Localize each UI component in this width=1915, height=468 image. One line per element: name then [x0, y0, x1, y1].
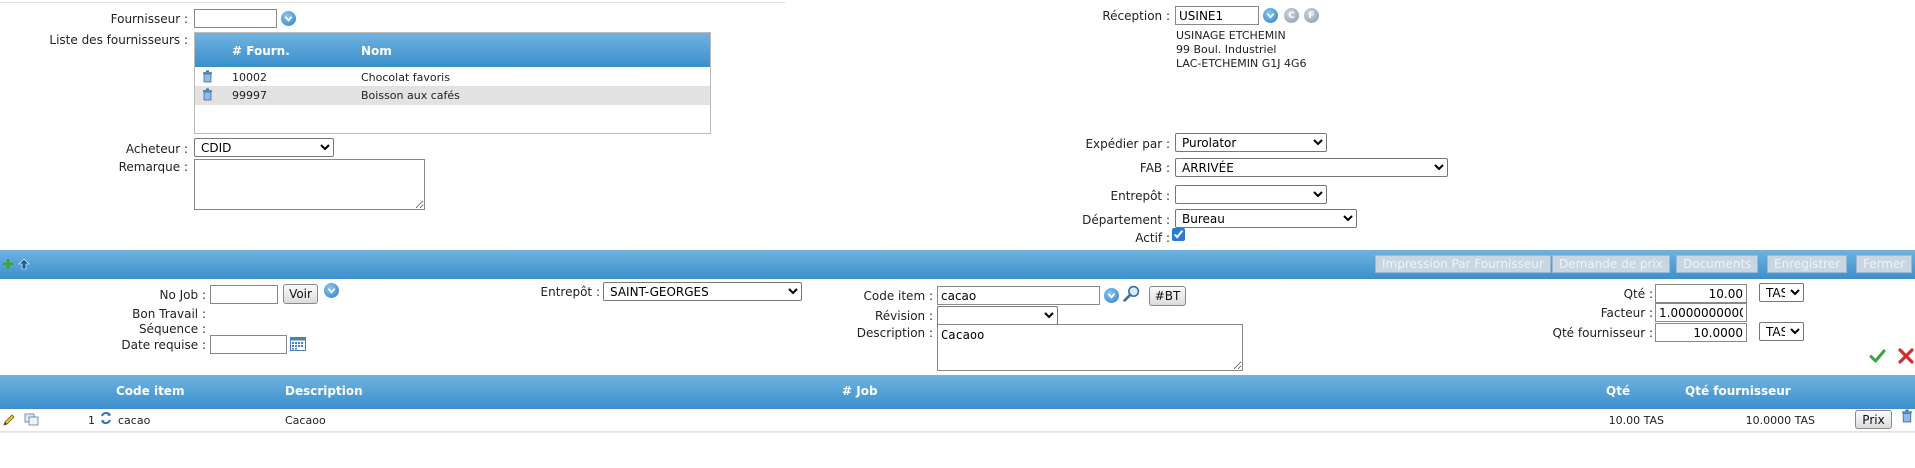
reception-label: Réception : [1102, 9, 1170, 23]
warehouse-select[interactable] [1175, 185, 1327, 204]
toolbar: Impression Par Fournisseur Demande de pr… [0, 250, 1915, 279]
job-dropdown-icon[interactable] [324, 283, 339, 298]
revision-select[interactable] [937, 306, 1058, 325]
job-input[interactable] [210, 285, 278, 304]
reception-dropdown-icon[interactable] [1263, 8, 1278, 23]
reception-address-line1: USINAGE ETCHEMIN [1176, 29, 1286, 42]
buyer-select[interactable]: CDID [194, 138, 334, 157]
supplier-list-header-id: # Fourn. [232, 44, 290, 58]
calendar-icon[interactable] [290, 337, 306, 351]
edit-icon[interactable] [2, 413, 16, 427]
row-number: 1 [88, 414, 95, 427]
supplier-label: Fournisseur : [110, 12, 188, 26]
date-required-input[interactable] [210, 335, 287, 354]
price-button[interactable]: Prix [1855, 410, 1892, 429]
supplier-id: 10002 [232, 71, 267, 84]
supplier-name: Boisson aux cafés [361, 89, 460, 102]
close-button[interactable]: Fermer [1856, 255, 1913, 273]
active-label: Actif : [1135, 231, 1170, 245]
save-button[interactable]: Enregistrer [1767, 255, 1848, 273]
trash-icon[interactable] [202, 70, 213, 83]
ship-via-label: Expédier par : [1085, 137, 1170, 151]
qty-unit-select[interactable]: TAS [1759, 283, 1804, 302]
column-header-supplier-qty: Qté fournisseur [1685, 384, 1791, 398]
bt-button[interactable]: #BT [1149, 286, 1186, 306]
column-header-qty: Qté [1606, 384, 1631, 398]
row-supplier-qty: 10.0000 TAS [1745, 414, 1815, 427]
row-description: Cacaoo [285, 414, 326, 427]
reception-address-line3: LAC-ETCHEMIN G1J 4G6 [1176, 57, 1307, 70]
item-code-input[interactable] [937, 286, 1100, 305]
confirm-icon[interactable] [1869, 349, 1886, 363]
department-label: Département : [1082, 213, 1170, 227]
supplier-qty-label: Qté fournisseur : [1552, 326, 1653, 340]
job-label: No Job : [159, 288, 207, 302]
supplier-list-header-name: Nom [361, 44, 392, 58]
reception-address-line2: 99 Boul. Industriel [1176, 43, 1277, 56]
trash-icon[interactable] [1901, 409, 1913, 423]
documents-button[interactable]: Documents [1676, 255, 1759, 273]
supplier-dropdown-icon[interactable] [281, 11, 296, 26]
qty-label: Qté : [1623, 287, 1653, 301]
revision-label: Révision : [874, 309, 933, 323]
table-row[interactable]: 1 cacao Cacaoo 10.00 TAS 10.0000 TAS Pri… [0, 409, 1915, 432]
fob-label: FAB : [1139, 161, 1170, 175]
supplier-id: 99997 [232, 89, 267, 102]
sequence-label: Séquence : [138, 322, 206, 336]
supplier-input[interactable] [194, 9, 277, 28]
active-checkbox[interactable] [1172, 228, 1185, 241]
ship-via-select[interactable]: Purolator [1175, 133, 1327, 152]
warehouse-label: Entrepôt : [1110, 189, 1170, 203]
column-header-item-code: Code item [116, 384, 185, 398]
lines-table-header: Code item Description # Job Qté Qté four… [0, 375, 1915, 409]
supplier-list: # Fourn. Nom 10002 Chocolat favoris 9999… [194, 32, 711, 134]
row-item-code: cacao [118, 414, 151, 427]
price-request-button[interactable]: Demande de prix [1552, 255, 1670, 273]
cancel-icon[interactable] [1898, 348, 1914, 364]
qty-input[interactable] [1655, 284, 1747, 303]
buyer-label: Acheteur : [125, 142, 188, 156]
column-header-job: # Job [842, 384, 878, 398]
print-by-supplier-button[interactable]: Impression Par Fournisseur [1375, 255, 1551, 273]
add-icon[interactable] [2, 258, 14, 270]
supplier-qty-input[interactable] [1655, 323, 1747, 342]
line-warehouse-label: Entrepôt : [540, 285, 600, 299]
supplier-list-header: # Fourn. Nom [195, 33, 710, 67]
factor-input[interactable] [1655, 303, 1747, 322]
supplier-name: Chocolat favoris [361, 71, 450, 84]
item-code-dropdown-icon[interactable] [1104, 288, 1119, 303]
reception-input[interactable] [1175, 6, 1259, 25]
fob-select[interactable]: ARRIVÉE [1175, 158, 1448, 177]
date-required-label: Date requise : [121, 338, 206, 352]
top-divider [0, 2, 785, 3]
reception-c-button[interactable]: C [1284, 8, 1299, 23]
supplier-qty-unit-select[interactable]: TAS [1759, 322, 1804, 341]
item-code-label: Code item : [863, 289, 933, 303]
line-warehouse-select[interactable]: SAINT-GEORGES [603, 282, 802, 301]
remark-label: Remarque : [118, 160, 188, 174]
department-select[interactable]: Bureau [1175, 209, 1357, 228]
reception-f-button[interactable]: F [1304, 8, 1319, 23]
row-qty: 10.00 TAS [1608, 414, 1664, 427]
up-arrow-icon[interactable] [18, 258, 30, 270]
remark-textarea[interactable] [194, 159, 425, 210]
factor-label: Facteur : [1600, 306, 1653, 320]
search-icon[interactable] [1123, 285, 1140, 302]
sync-icon[interactable] [99, 411, 113, 425]
column-header-description: Description [285, 384, 363, 398]
work-order-label: Bon Travail : [132, 307, 206, 321]
supplier-list-label: Liste des fournisseurs : [49, 33, 188, 47]
copy-icon[interactable] [24, 413, 40, 427]
description-label: Description : [856, 326, 933, 340]
description-textarea[interactable]: Cacaoo [937, 324, 1243, 371]
table-row-separator [0, 432, 1915, 433]
list-item[interactable]: 10002 Chocolat favoris [195, 68, 710, 86]
trash-icon[interactable] [202, 88, 213, 101]
view-button[interactable]: Voir [283, 284, 318, 304]
list-item[interactable]: 99997 Boisson aux cafés [195, 86, 710, 105]
